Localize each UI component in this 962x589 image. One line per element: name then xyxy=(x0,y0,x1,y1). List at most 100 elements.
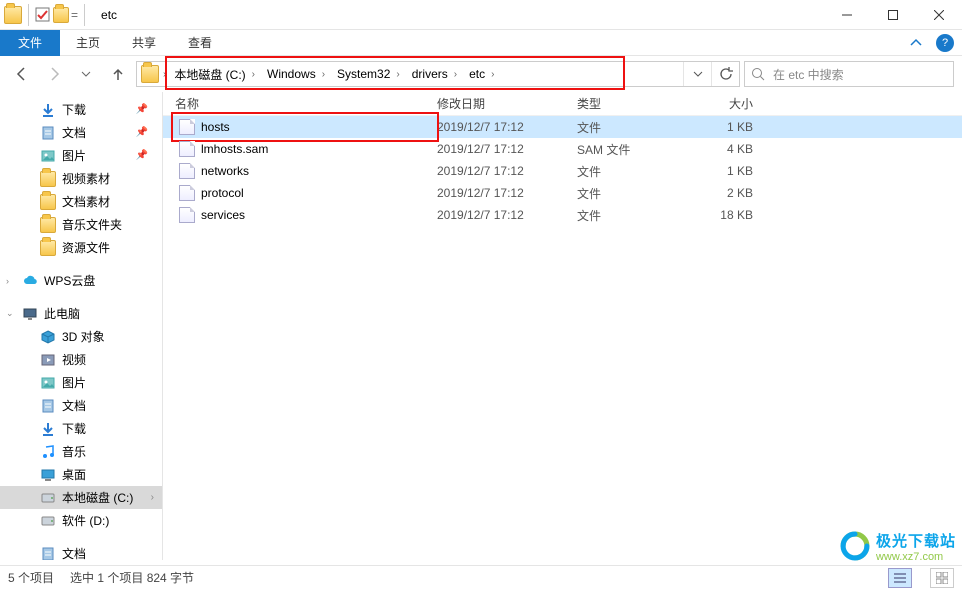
download-icon xyxy=(40,421,56,437)
expand-arrow-icon[interactable]: ⌄ xyxy=(6,308,14,319)
chevron-right-icon[interactable]: › xyxy=(163,69,166,80)
nav-item[interactable]: 图片 xyxy=(0,371,162,394)
nav-label: 文档 xyxy=(62,397,86,414)
nav-item[interactable]: 音乐文件夹 xyxy=(0,213,162,236)
breadcrumb-label: System32 xyxy=(337,67,390,81)
file-row[interactable]: lmhosts.sam2019/12/7 17:12SAM 文件4 KB xyxy=(163,138,962,160)
nav-label: 桌面 xyxy=(62,466,86,483)
forward-button[interactable] xyxy=(40,60,68,88)
file-size: 2 KB xyxy=(685,186,765,200)
file-name: lmhosts.sam xyxy=(201,142,268,156)
nav-item[interactable]: 下载📌 xyxy=(0,98,162,121)
nav-item[interactable]: 视频 xyxy=(0,348,162,371)
ribbon: 文件 主页 共享 查看 ? xyxy=(0,30,962,56)
file-date: 2019/12/7 17:12 xyxy=(425,186,565,200)
file-type: 文件 xyxy=(565,207,685,224)
document-icon xyxy=(40,125,56,141)
tab-view[interactable]: 查看 xyxy=(172,30,228,55)
file-icon xyxy=(179,119,195,135)
nav-item[interactable]: 文档素材 xyxy=(0,190,162,213)
navigation-row: › 本地磁盘 (C:)›Windows›System32›drivers›etc… xyxy=(0,56,962,92)
chevron-right-icon[interactable]: › xyxy=(322,69,325,80)
help-icon[interactable]: ? xyxy=(936,34,954,52)
collapse-ribbon-icon[interactable] xyxy=(904,37,928,49)
col-name[interactable]: 名称 xyxy=(163,95,425,112)
chevron-right-icon[interactable]: › xyxy=(252,69,255,80)
breadcrumb-segment[interactable]: System32 › xyxy=(331,62,406,86)
nav-item[interactable]: 文档 xyxy=(0,542,162,560)
col-type[interactable]: 类型 xyxy=(565,95,685,112)
nav-item[interactable]: 软件 (D:) xyxy=(0,509,162,532)
tab-file[interactable]: 文件 xyxy=(0,30,60,56)
breadcrumb-label: drivers xyxy=(412,67,448,81)
file-row[interactable]: networks 2019/12/7 17:12文件1 KB xyxy=(163,160,962,182)
chevron-right-icon: › xyxy=(151,492,154,503)
breadcrumb-label: 本地磁盘 (C:) xyxy=(174,66,245,83)
chevron-right-icon[interactable]: › xyxy=(396,69,399,80)
nav-item[interactable]: 音乐 xyxy=(0,440,162,463)
nav-item[interactable]: 桌面 xyxy=(0,463,162,486)
refresh-button[interactable] xyxy=(711,62,739,86)
breadcrumb-segment[interactable]: drivers › xyxy=(406,62,463,86)
nav-label: 视频 xyxy=(62,351,86,368)
maximize-button[interactable] xyxy=(870,0,916,30)
nav-item[interactable]: 文档📌 xyxy=(0,121,162,144)
address-bar[interactable]: › 本地磁盘 (C:)›Windows›System32›drivers›etc… xyxy=(136,61,740,87)
file-row[interactable]: hosts2019/12/7 17:12文件1 KB xyxy=(163,116,962,138)
file-name: protocol xyxy=(201,186,244,200)
chevron-right-icon[interactable]: › xyxy=(491,69,494,80)
nav-item[interactable]: › WPS云盘 xyxy=(0,269,162,292)
music-icon xyxy=(40,444,56,460)
nav-label: WPS云盘 xyxy=(44,272,95,289)
col-date[interactable]: 修改日期 xyxy=(425,95,565,112)
qat-folder-icon[interactable] xyxy=(53,7,69,23)
breadcrumb-segment[interactable]: etc › xyxy=(463,62,500,86)
nav-label: 文档素材 xyxy=(62,193,110,210)
address-dropdown-icon[interactable] xyxy=(683,62,711,86)
minimize-button[interactable] xyxy=(824,0,870,30)
file-row[interactable]: services2019/12/7 17:12文件18 KB xyxy=(163,204,962,226)
close-button[interactable] xyxy=(916,0,962,30)
file-size: 1 KB xyxy=(685,164,765,178)
file-name: networks xyxy=(201,164,249,178)
col-size[interactable]: 大小 xyxy=(685,95,765,112)
nav-item[interactable]: 图片📌 xyxy=(0,144,162,167)
breadcrumb-label: etc xyxy=(469,67,485,81)
file-row[interactable]: protocol2019/12/7 17:12文件2 KB xyxy=(163,182,962,204)
breadcrumb-segment[interactable]: 本地磁盘 (C:) › xyxy=(168,62,261,86)
nav-label: 软件 (D:) xyxy=(62,512,109,529)
file-type: 文件 xyxy=(565,163,685,180)
chevron-right-icon[interactable]: › xyxy=(454,69,457,80)
nav-item[interactable]: 下载 xyxy=(0,417,162,440)
up-button[interactable] xyxy=(104,60,132,88)
tab-share[interactable]: 共享 xyxy=(116,30,172,55)
nav-item[interactable]: 视频素材 xyxy=(0,167,162,190)
view-large-button[interactable] xyxy=(930,568,954,588)
nav-item[interactable]: ⌄此电脑 xyxy=(0,302,162,325)
nav-item[interactable]: 本地磁盘 (C:)› xyxy=(0,486,162,509)
watermark: 极光下载站 www.xz7.com xyxy=(838,529,956,563)
file-name: services xyxy=(201,208,245,222)
folder-icon xyxy=(40,194,56,210)
titlebar: = etc xyxy=(0,0,962,30)
expand-arrow-icon[interactable]: › xyxy=(6,276,9,286)
view-details-button[interactable] xyxy=(888,568,912,588)
file-date: 2019/12/7 17:12 xyxy=(425,120,565,134)
navigation-pane: 下载📌文档📌图片📌视频素材文档素材音乐文件夹资源文件 › WPS云盘 ⌄此电脑3D 对… xyxy=(0,92,163,560)
overflow-icon[interactable]: = xyxy=(71,8,78,22)
search-input[interactable]: 在 etc 中搜索 xyxy=(744,61,954,87)
file-date: 2019/12/7 17:12 xyxy=(425,164,565,178)
tab-home[interactable]: 主页 xyxy=(60,30,116,55)
recent-dropdown-icon[interactable] xyxy=(72,60,100,88)
nav-item[interactable]: 资源文件 xyxy=(0,236,162,259)
search-icon xyxy=(751,67,765,81)
breadcrumb-segment[interactable]: Windows› xyxy=(261,62,331,86)
checkbox-icon[interactable] xyxy=(35,7,51,23)
nav-item[interactable]: 3D 对象 xyxy=(0,325,162,348)
column-headers[interactable]: 名称 修改日期 类型 大小 xyxy=(163,92,962,116)
nav-item[interactable]: 文档 xyxy=(0,394,162,417)
picture-icon xyxy=(40,148,56,164)
file-name: hosts xyxy=(201,120,230,134)
back-button[interactable] xyxy=(8,60,36,88)
address-folder-icon xyxy=(141,65,159,83)
